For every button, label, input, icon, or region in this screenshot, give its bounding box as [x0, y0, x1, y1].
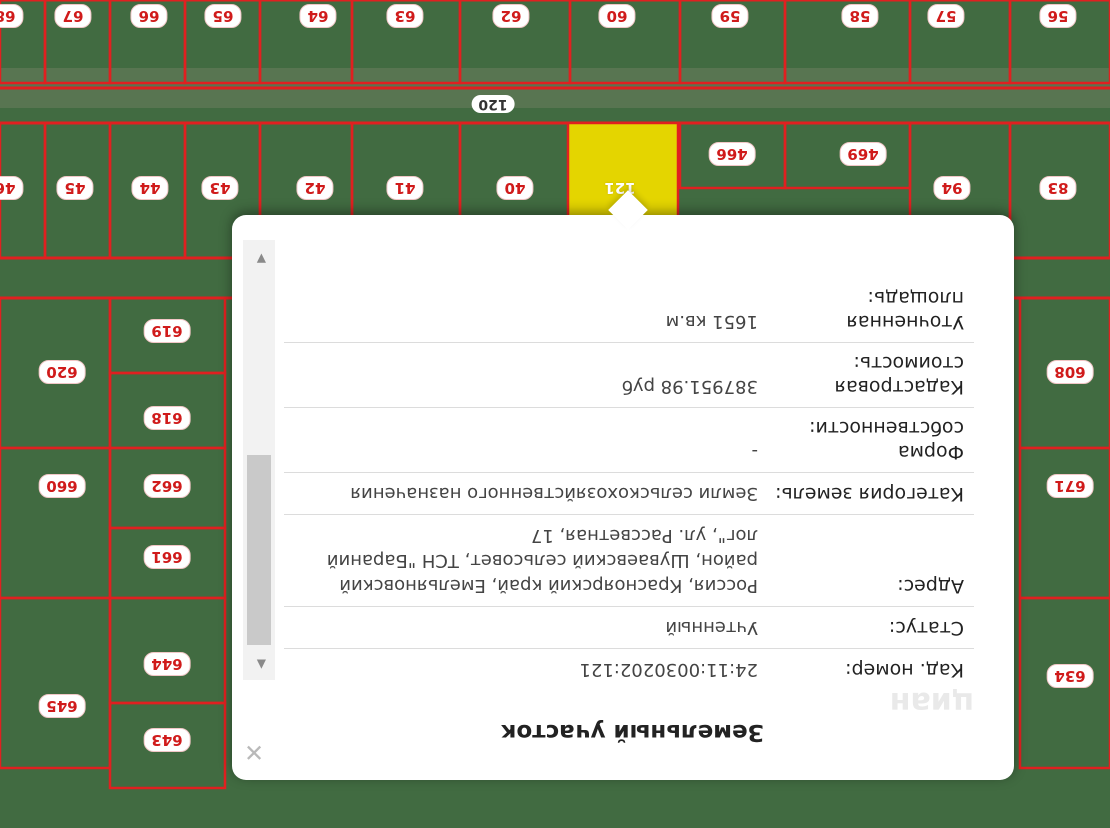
close-icon[interactable]: ✕: [242, 738, 266, 766]
info-row: Форма собственности: -: [284, 408, 974, 473]
parcel-number-label[interactable]: 634: [1046, 664, 1094, 688]
parcel-number-label[interactable]: 40: [496, 176, 534, 200]
info-key: Категория земель:: [775, 483, 964, 505]
info-row: Кадастровая стоимость: 387951.98 руб: [284, 343, 974, 408]
info-value: 387951.98 руб: [621, 376, 758, 397]
info-key: Уточненная площадь:: [846, 287, 964, 333]
parcel-number-label[interactable]: 671: [1046, 474, 1094, 498]
info-key: Кад. номер:: [845, 659, 964, 681]
parcel-number-label[interactable]: 94: [933, 176, 971, 200]
parcel-number-label[interactable]: 60: [598, 4, 636, 28]
info-row: Адрес: Россия, Красноярский край, Емельян…: [284, 515, 974, 607]
parcel-number-label[interactable]: 67: [54, 4, 92, 28]
popup-scrollbar[interactable]: ▲ ▼: [243, 240, 275, 680]
parcel-number-label[interactable]: 56: [1039, 4, 1077, 28]
info-value: 1651 кв.м: [665, 311, 758, 332]
parcel-number-label[interactable]: 608: [1046, 360, 1094, 384]
parcel-number-label[interactable]: 619: [143, 319, 191, 343]
parcel-number-label[interactable]: 469: [839, 142, 887, 166]
parcel-number-label[interactable]: 662: [143, 474, 191, 498]
parcel-number-label[interactable]: 64: [299, 4, 337, 28]
parcel-number-label[interactable]: 466: [708, 142, 756, 166]
street-number-label: 120: [471, 95, 515, 113]
parcel-number-label[interactable]: 45: [56, 176, 94, 200]
info-row: Категория земель: Земли сельскохозяйствен…: [284, 473, 974, 515]
info-row: Уточненная площадь: 1651 кв.м: [284, 278, 974, 343]
parcel-number-label[interactable]: 43: [201, 176, 239, 200]
parcel-number-label[interactable]: 59: [711, 4, 749, 28]
info-key: Статус:: [888, 617, 964, 639]
parcel-number-label[interactable]: 65: [204, 4, 242, 28]
parcel-number-label[interactable]: 46: [0, 176, 24, 200]
parcel-number-label[interactable]: 660: [38, 474, 86, 498]
info-value: Земли сельскохозяйственного назначения: [350, 483, 758, 504]
info-row: Статус: Учтенный: [284, 607, 974, 649]
parcel-number-label[interactable]: 661: [143, 545, 191, 569]
info-value: -: [751, 441, 759, 462]
parcel-number-label[interactable]: 62: [492, 4, 530, 28]
parcel-number-label[interactable]: 68: [0, 4, 24, 28]
parcel-popup: циан ✕ Земельный участок Кад. номер: 24:1…: [232, 215, 1014, 780]
parcel-number-label[interactable]: 618: [143, 406, 191, 430]
info-key: Адрес:: [897, 575, 964, 597]
map-view[interactable]: 68 67 66 65 64 63 62 60 59 58 57 56 46 45 44 43 42 41 40 12…: [0, 0, 1110, 828]
info-value: Учтенный: [665, 617, 758, 638]
parcel-number-label[interactable]: 58: [841, 4, 879, 28]
info-key: Кадастровая стоимость:: [834, 352, 964, 398]
parcel-number-label[interactable]: 644: [143, 652, 191, 676]
info-key: Форма собственности:: [809, 417, 964, 463]
watermark-logo: циан: [889, 685, 974, 720]
parcel-number-label[interactable]: 63: [386, 4, 424, 28]
parcel-number-label[interactable]: 57: [927, 4, 965, 28]
scroll-up-arrow-icon[interactable]: ▲: [257, 658, 266, 672]
popup-title: Земельный участок: [500, 719, 764, 745]
scroll-down-arrow-icon[interactable]: ▼: [257, 252, 266, 266]
parcel-number-label[interactable]: 643: [143, 728, 191, 752]
parcel-info-table: Кад. номер: 24:11:0030202:121 Статус: Учтен…: [284, 250, 974, 690]
info-value: Россия, Красноярский край, Емельяновский…: [326, 525, 758, 596]
info-value: 24:11:0030202:121: [579, 659, 758, 680]
parcel-number-label[interactable]: 83: [1039, 176, 1077, 200]
parcel-number-label[interactable]: 620: [38, 360, 86, 384]
parcel-number-label[interactable]: 44: [131, 176, 169, 200]
info-row: Кад. номер: 24:11:0030202:121: [284, 649, 974, 690]
parcel-number-label[interactable]: 645: [38, 694, 86, 718]
parcel-number-label[interactable]: 41: [386, 176, 424, 200]
parcel-number-label[interactable]: 42: [296, 176, 334, 200]
parcel-number-label[interactable]: 66: [130, 4, 168, 28]
scroll-thumb[interactable]: [247, 455, 271, 645]
